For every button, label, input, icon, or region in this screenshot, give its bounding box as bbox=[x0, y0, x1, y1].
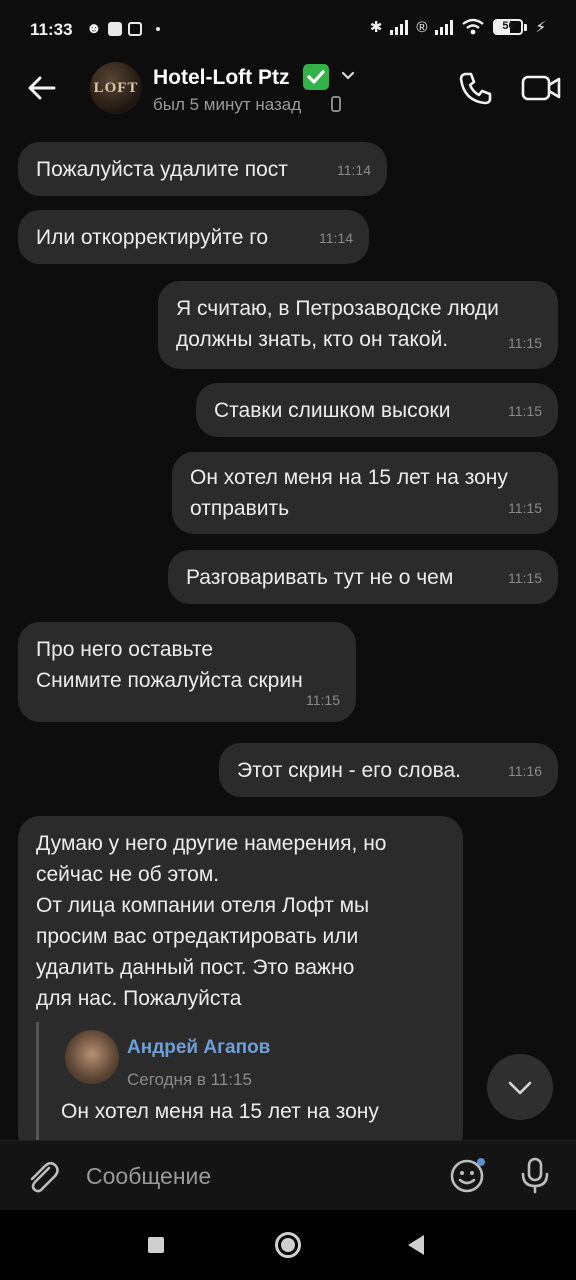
quote-date: Сегодня в 11:15 bbox=[127, 1070, 252, 1089]
message-text: Он хотел меня на 15 лет на зону отправит… bbox=[190, 466, 508, 520]
more-notifications-icon bbox=[155, 26, 160, 31]
message-list[interactable]: Пожалуйста удалите пост 11:14 Или откорр… bbox=[0, 124, 576, 1140]
message-text: Разговаривать тут не о чем bbox=[186, 566, 454, 589]
message-incoming[interactable]: Думаю у него другие намерения, но сейчас… bbox=[18, 816, 463, 1140]
recents-button[interactable] bbox=[148, 1237, 164, 1253]
message-time: 11:15 bbox=[508, 403, 542, 419]
message-time: 11:14 bbox=[337, 162, 371, 178]
chevron-down-icon[interactable] bbox=[340, 68, 356, 84]
message-incoming[interactable]: Про него оставьте Снимите пожалуйста скр… bbox=[18, 622, 356, 722]
status-system-icons: ✱ ® 56 ⚡ bbox=[369, 18, 546, 37]
system-navigation-bar bbox=[0, 1210, 576, 1280]
signal-2-icon bbox=[435, 19, 454, 35]
scroll-down-button[interactable] bbox=[487, 1054, 553, 1120]
message-outgoing[interactable]: Этот скрин - его слова. 11:16 bbox=[219, 743, 558, 797]
forwarded-message[interactable]: Андрей Агапов Сегодня в 11:15 Он хотел м… bbox=[36, 1022, 439, 1140]
message-text: Этот скрин - его слова. bbox=[237, 759, 461, 782]
wifi-icon bbox=[462, 18, 485, 35]
message-outgoing[interactable]: Разговаривать тут не о чем 11:15 bbox=[168, 550, 558, 604]
call-button[interactable] bbox=[456, 68, 496, 108]
avatar[interactable]: LOFT bbox=[90, 62, 142, 114]
quote-author-avatar[interactable] bbox=[65, 1030, 119, 1084]
home-button[interactable] bbox=[275, 1232, 301, 1258]
message-time: 11:14 bbox=[319, 230, 353, 246]
bluetooth-icon: ✱ bbox=[369, 19, 383, 36]
battery-level: 56 bbox=[502, 20, 515, 32]
status-bar: 11:33 ☻ ✱ ® 56 ⚡ bbox=[0, 0, 576, 58]
charging-icon: ⚡ bbox=[535, 19, 546, 36]
status-time: 11:33 bbox=[30, 20, 73, 39]
message-text: Или откорректируйте го bbox=[36, 226, 269, 249]
message-time: 11:15 bbox=[508, 335, 542, 351]
document-notification-icon bbox=[127, 21, 142, 36]
chat-header: LOFT Hotel-Loft Ptz был 5 минут назад bbox=[0, 58, 576, 124]
quote-text: Он хотел меня на 15 лет на зону bbox=[61, 1100, 379, 1123]
status-notification-icons: ☻ bbox=[86, 20, 160, 37]
signal-icon bbox=[390, 19, 409, 35]
message-text: Я считаю, в Петрозаводске люди должны зн… bbox=[176, 297, 499, 351]
message-input[interactable] bbox=[84, 1155, 428, 1197]
message-time: 11:15 bbox=[306, 692, 340, 708]
message-incoming[interactable]: Пожалуйста удалите пост 11:14 bbox=[18, 142, 387, 196]
message-time: 11:16 bbox=[508, 763, 542, 779]
mobile-device-icon bbox=[331, 96, 341, 112]
last-seen-status: был 5 минут назад bbox=[153, 95, 302, 114]
video-call-button[interactable] bbox=[520, 68, 562, 108]
app-notification-icon bbox=[107, 21, 122, 36]
message-outgoing[interactable]: Он хотел меня на 15 лет на зону отправит… bbox=[172, 452, 558, 534]
attach-button[interactable] bbox=[22, 1157, 62, 1197]
message-incoming[interactable]: Или откорректируйте го 11:14 bbox=[18, 210, 369, 264]
emoji-button[interactable] bbox=[448, 1155, 488, 1195]
quote-author[interactable]: Андрей Агапов bbox=[127, 1032, 270, 1063]
battery-icon: 56 bbox=[493, 19, 528, 35]
verified-check-icon bbox=[303, 64, 329, 90]
message-text: Пожалуйста удалите пост bbox=[36, 158, 288, 181]
back-button[interactable] bbox=[24, 70, 60, 106]
message-outgoing[interactable]: Я считаю, в Петрозаводске люди должны зн… bbox=[158, 281, 558, 369]
system-back-button[interactable] bbox=[408, 1235, 424, 1255]
message-time: 11:15 bbox=[508, 570, 542, 586]
message-text: Ставки слишком высоки bbox=[214, 399, 451, 422]
add-contact-icon: ☻ bbox=[86, 20, 102, 37]
avatar-logo: LOFT bbox=[93, 80, 139, 96]
message-text: Думаю у него другие намерения, но сейчас… bbox=[36, 832, 387, 1010]
message-outgoing[interactable]: Ставки слишком высоки 11:15 bbox=[196, 383, 558, 437]
microphone-button[interactable] bbox=[515, 1155, 555, 1195]
chat-title[interactable]: Hotel-Loft Ptz bbox=[153, 66, 289, 90]
registered-icon: ® bbox=[416, 18, 428, 36]
chevron-down-icon bbox=[508, 1081, 532, 1095]
composer bbox=[0, 1140, 576, 1211]
message-text: Про него оставьте Снимите пожалуйста скр… bbox=[36, 638, 303, 692]
message-time: 11:15 bbox=[508, 500, 542, 516]
